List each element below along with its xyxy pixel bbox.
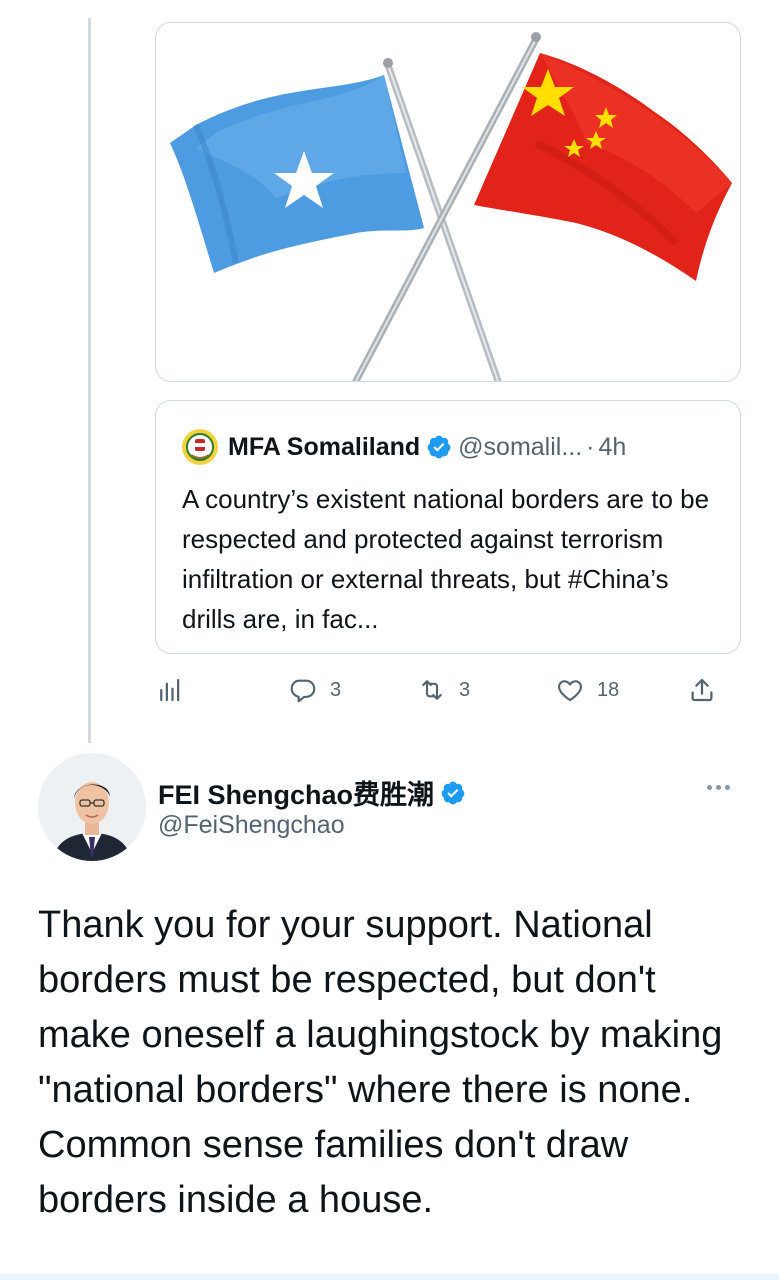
reply-count: 3: [330, 678, 342, 701]
quoted-tweet-card[interactable]: MFA Somaliland @somalil... · 4h A countr…: [155, 400, 741, 654]
quoted-tweet-time[interactable]: 4h: [599, 433, 627, 462]
bar-chart-icon: [160, 678, 180, 702]
retweet-button[interactable]: 3: [417, 668, 470, 712]
share-button[interactable]: [687, 668, 717, 712]
separator-dot: ·: [586, 432, 595, 461]
reply-button[interactable]: 3: [288, 668, 341, 712]
quoted-author-name[interactable]: MFA Somaliland: [228, 433, 420, 462]
like-button[interactable]: 18: [555, 668, 619, 712]
quoted-author-handle[interactable]: @somalil...: [458, 433, 582, 462]
avatar[interactable]: [38, 753, 146, 861]
quoted-tweet-text: A country’s existent national borders ar…: [182, 484, 710, 634]
tweet-body-text: Thank you for your support. National bor…: [38, 904, 723, 1221]
verified-badge-icon: [427, 435, 451, 459]
tweet-author-header: FEI Shengchao费胜潮 @FeiShengchao: [38, 745, 738, 865]
tweet-media-image[interactable]: [155, 22, 741, 382]
tweet-action-bar: 3 3 18: [155, 668, 735, 712]
analytics-button[interactable]: [155, 668, 185, 712]
emblem-icon: [182, 429, 218, 465]
crossed-flags-image: [156, 23, 740, 381]
more-dots-icon: [706, 784, 712, 790]
thread-connector-line: [88, 18, 91, 743]
like-count: 18: [597, 678, 620, 701]
author-handle[interactable]: @FeiShengchao: [158, 811, 345, 840]
author-display-name[interactable]: FEI Shengchao费胜潮: [158, 773, 434, 812]
quoted-tweet-header: MFA Somaliland @somalil... · 4h: [182, 427, 626, 467]
retweet-icon: [422, 680, 442, 700]
bottom-divider: [0, 1274, 779, 1280]
share-upload-icon: [691, 678, 713, 702]
retweet-count: 3: [459, 678, 471, 701]
more-options-button[interactable]: [698, 777, 738, 797]
avatar[interactable]: [182, 429, 218, 465]
reply-bubble-icon: [290, 679, 316, 703]
author-name-row: FEI Shengchao费胜潮: [158, 773, 472, 812]
profile-photo: [38, 753, 146, 861]
heart-icon: [558, 680, 582, 702]
verified-badge-icon: [441, 781, 465, 804]
